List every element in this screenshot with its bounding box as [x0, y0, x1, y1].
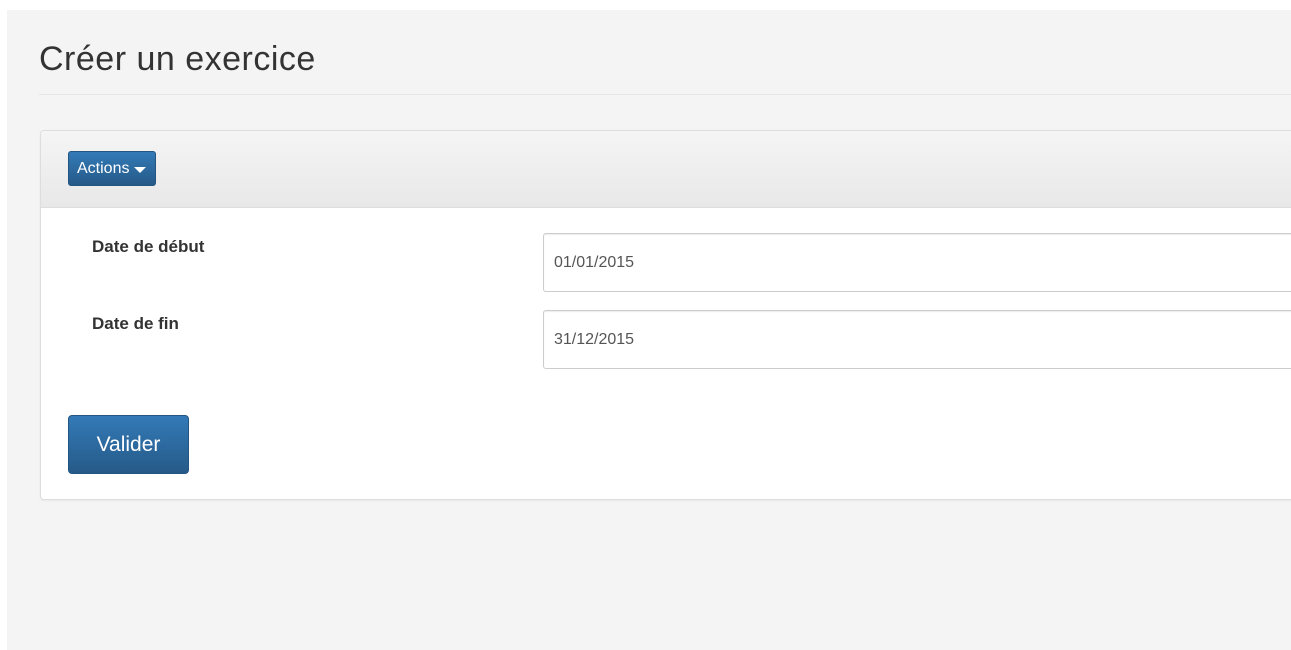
form-panel: Actions Date de début Date de fin Valide… [40, 130, 1291, 500]
start-date-input[interactable] [543, 233, 1291, 292]
page-header: Créer un exercice [39, 32, 1291, 95]
panel-heading: Actions [41, 131, 1291, 208]
page-title: Créer un exercice [39, 40, 316, 78]
actions-dropdown-button[interactable]: Actions [68, 151, 157, 186]
end-date-input[interactable] [543, 310, 1291, 369]
submit-button[interactable]: Valider [68, 415, 189, 474]
form-row-start-date: Date de début [41, 233, 1291, 293]
end-date-label: Date de fin [92, 314, 179, 333]
start-date-label: Date de début [92, 237, 205, 256]
page-container: Créer un exercice Actions Date de début … [7, 10, 1291, 650]
caret-down-icon [134, 166, 147, 173]
actions-button-label: Actions [77, 159, 130, 177]
form-row-end-date: Date de fin [41, 310, 1291, 370]
